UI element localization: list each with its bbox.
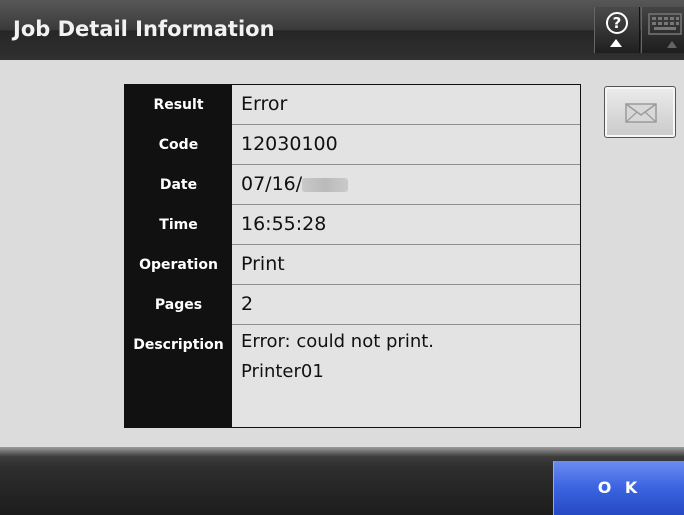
help-button[interactable]: ? (594, 7, 640, 53)
time-value: 16:55:28 (232, 205, 580, 245)
time-label: Time (125, 205, 232, 245)
keyboard-button[interactable] (641, 7, 684, 53)
table-row-description: Description Error: could not print. Prin… (125, 325, 580, 427)
ok-button[interactable]: O K (553, 461, 684, 515)
code-label: Code (125, 125, 232, 165)
code-value: 12030100 (232, 125, 580, 165)
job-detail-table: Result Error Code 12030100 Date 07/16/ T… (124, 84, 581, 428)
redacted-year (302, 177, 349, 192)
help-arrow-icon (610, 39, 622, 47)
help-icon: ? (606, 12, 628, 34)
result-value: Error (232, 85, 580, 125)
operation-value: Print (232, 245, 580, 285)
pages-value: 2 (232, 285, 580, 325)
description-value: Error: could not print. Printer01 (232, 325, 580, 427)
page-title: Job Detail Information (13, 17, 275, 41)
operation-label: Operation (125, 245, 232, 285)
description-line-1: Error: could not print. (241, 331, 435, 352)
table-row-code: Code 12030100 (125, 125, 580, 165)
header-bar: Job Detail Information ? (0, 0, 684, 60)
table-row-date: Date 07/16/ (125, 165, 580, 205)
table-row-operation: Operation Print (125, 245, 580, 285)
email-button[interactable] (604, 86, 676, 138)
table-row-result: Result Error (125, 85, 580, 125)
table-row-time: Time 16:55:28 (125, 205, 580, 245)
result-label: Result (125, 85, 232, 125)
table-row-pages: Pages 2 (125, 285, 580, 325)
date-value-cell: 07/16/ (232, 165, 580, 205)
keyboard-icon (648, 13, 682, 35)
pages-label: Pages (125, 285, 232, 325)
date-value: 07/16/ (241, 173, 303, 195)
date-label: Date (125, 165, 232, 205)
description-line-2: Printer01 (241, 361, 324, 382)
mail-icon (625, 103, 657, 123)
footer-divider (0, 447, 684, 457)
description-label: Description (125, 325, 232, 365)
keyboard-arrow-icon (667, 41, 677, 48)
